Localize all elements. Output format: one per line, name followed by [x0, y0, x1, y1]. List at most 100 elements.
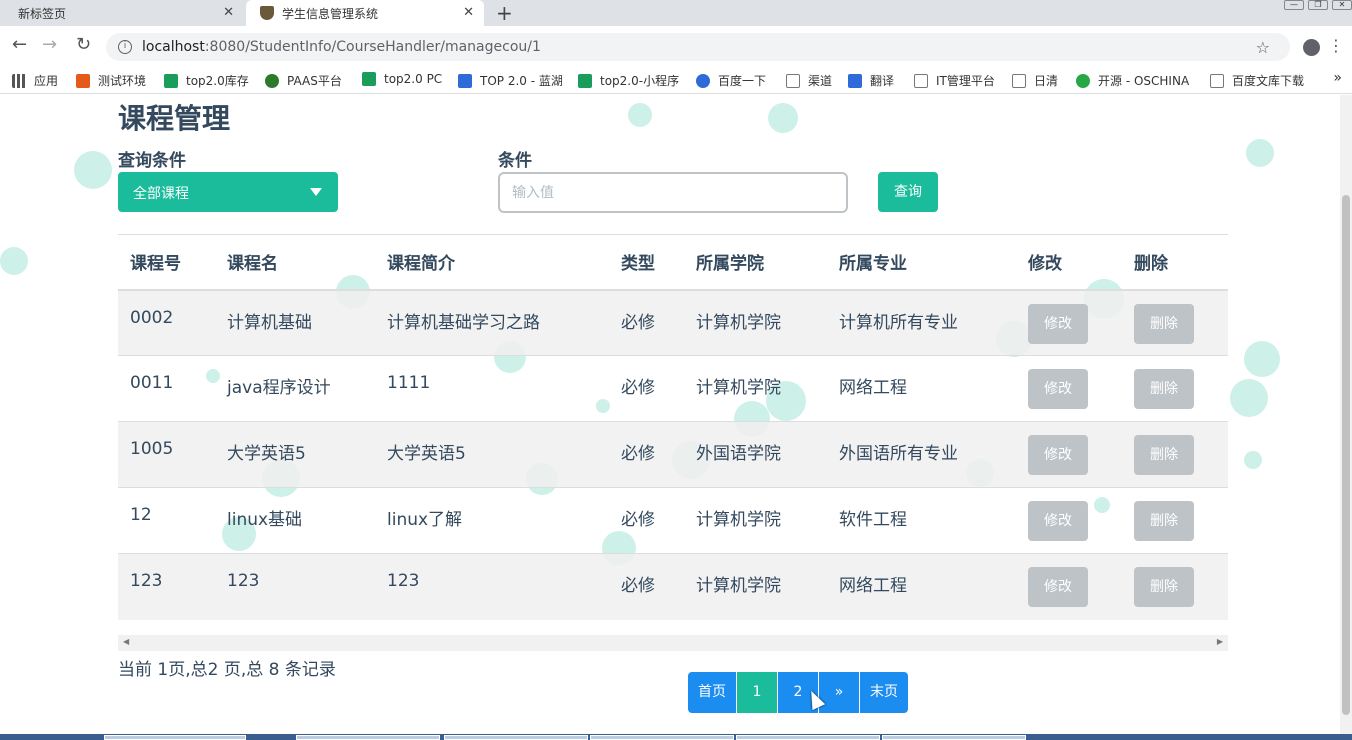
page-vertical-scrollbar[interactable] [1340, 95, 1352, 735]
cell-intro: 1111 [375, 355, 609, 422]
taskbar-item[interactable] [444, 735, 588, 740]
cell-major: 网络工程 [827, 355, 1016, 422]
close-icon[interactable]: ✕ [223, 5, 234, 20]
page-icon [914, 73, 928, 88]
tab-student-system[interactable]: 学生信息管理系统 ✕ [246, 0, 484, 26]
cell-edit: 修改 [1016, 289, 1122, 356]
close-window-icon[interactable]: ✕ [1332, 0, 1352, 10]
bookmark-item[interactable]: 百度文库下载 [1210, 72, 1304, 89]
decorative-bubble [74, 151, 112, 189]
close-icon[interactable]: ✕ [463, 5, 474, 20]
cell-id: 1005 [118, 421, 215, 488]
tab-title: 新标签页 [18, 6, 67, 21]
bookmark-item[interactable]: top2.0库存 [164, 72, 249, 89]
cell-name: java程序设计 [215, 355, 375, 422]
bookmarks-overflow-icon[interactable]: » [1333, 70, 1342, 86]
table-row: 123 123 123 必修 计算机学院 网络工程 修改 删除 [118, 553, 1228, 620]
table-header-row: 课程号 课程名 课程简介 类型 所属学院 所属专业 修改 删除 [118, 234, 1228, 291]
bookmark-item[interactable]: PAAS平台 [265, 72, 342, 89]
delete-button[interactable]: 删除 [1134, 435, 1194, 475]
minimize-icon[interactable]: — [1284, 0, 1304, 10]
decorative-bubble [768, 103, 798, 133]
taskbar-item[interactable] [882, 735, 1026, 740]
bookmark-favicon [578, 73, 592, 88]
maximize-icon[interactable]: ❐ [1308, 0, 1328, 10]
cell-name: linux基础 [215, 487, 375, 554]
delete-button[interactable]: 删除 [1134, 303, 1194, 344]
col-header-major: 所属专业 [827, 234, 1016, 291]
back-icon[interactable]: ← [12, 34, 27, 55]
edit-button[interactable]: 修改 [1028, 435, 1088, 475]
decorative-bubble [1244, 451, 1262, 469]
scroll-left-icon[interactable]: ◀ [123, 637, 129, 646]
bookmark-apps[interactable]: 应用 [12, 72, 58, 89]
bookmark-item[interactable]: 测试环境 [76, 72, 146, 89]
edit-button[interactable]: 修改 [1028, 567, 1088, 607]
course-filter-select[interactable]: 全部课程 [118, 172, 338, 212]
bookmark-item[interactable]: 渠道 [786, 72, 832, 89]
taskbar-item[interactable] [104, 735, 246, 740]
scroll-right-icon[interactable]: ▶ [1217, 637, 1223, 646]
course-table: 课程号 课程名 课程简介 类型 所属学院 所属专业 修改 删除 0002 计算机… [118, 234, 1228, 620]
bookmark-item[interactable]: 日清 [1012, 72, 1058, 89]
bookmark-favicon [1076, 73, 1090, 88]
col-header-name: 课程名 [215, 234, 375, 291]
bookmark-star-icon[interactable]: ☆ [1256, 38, 1270, 57]
tab-title: 学生信息管理系统 [282, 6, 379, 21]
edit-button[interactable]: 修改 [1028, 303, 1088, 344]
bookmark-item[interactable]: 百度一下 [696, 72, 766, 89]
cell-intro: linux了解 [375, 487, 609, 554]
chevron-down-icon [310, 188, 322, 196]
bookmark-item[interactable]: TOP 2.0 - 蓝湖 [458, 72, 563, 89]
cell-delete: 删除 [1122, 487, 1228, 554]
condition-input[interactable] [498, 172, 848, 213]
bookmark-favicon [362, 72, 376, 86]
menu-icon[interactable]: ⋮ [1328, 36, 1344, 55]
page-title: 课程管理 [118, 102, 231, 135]
taskbar-item[interactable] [296, 735, 440, 740]
tab-new-tab[interactable]: 新标签页 ✕ [4, 0, 244, 26]
bookmark-item[interactable]: 开源 - OSCHINA [1076, 72, 1189, 89]
edit-button[interactable]: 修改 [1028, 501, 1088, 541]
apps-grid-icon [12, 73, 26, 88]
browser-tab-strip: 新标签页 ✕ 学生信息管理系统 ✕ + — ❐ ✕ [0, 0, 1352, 26]
page-1-button[interactable]: 1 [737, 672, 777, 713]
taskbar-item[interactable] [590, 735, 734, 740]
delete-button[interactable]: 删除 [1134, 501, 1194, 541]
taskbar-item[interactable] [736, 735, 880, 740]
reload-icon[interactable]: ↻ [76, 34, 91, 55]
last-page-button[interactable]: 末页 [860, 672, 908, 713]
delete-button[interactable]: 删除 [1134, 369, 1194, 409]
new-tab-icon[interactable]: + [496, 1, 513, 25]
cell-major: 外国语所有专业 [827, 421, 1016, 488]
scrollbar-thumb[interactable] [1342, 195, 1350, 715]
delete-button[interactable]: 删除 [1134, 567, 1194, 607]
url-field[interactable]: i localhost:8080/StudentInfo/CourseHandl… [106, 33, 1290, 61]
bookmark-item[interactable]: top2.0-小程序 [578, 72, 679, 89]
cell-edit: 修改 [1016, 355, 1122, 422]
cell-major: 计算机所有专业 [827, 289, 1016, 356]
course-filter-value: 全部课程 [133, 186, 189, 202]
profile-icon[interactable] [1303, 39, 1320, 56]
bookmark-item[interactable]: top2.0 PC [362, 72, 442, 86]
edit-button[interactable]: 修改 [1028, 369, 1088, 409]
next-page-button[interactable]: » [819, 672, 859, 713]
cell-type: 必修 [609, 553, 684, 620]
decorative-bubble [1246, 139, 1274, 167]
decorative-bubble [0, 247, 28, 275]
url-path: :8080/StudentInfo/CourseHandler/manageco… [204, 39, 541, 55]
bookmark-favicon [848, 73, 862, 88]
table-horizontal-scrollbar[interactable]: ◀ ▶ [118, 635, 1228, 651]
bookmark-favicon [458, 73, 472, 88]
col-header-id: 课程号 [118, 234, 215, 291]
info-icon[interactable]: i [118, 40, 132, 54]
page-icon [786, 73, 800, 88]
query-button[interactable]: 查询 [878, 172, 938, 212]
first-page-button[interactable]: 首页 [688, 672, 736, 713]
graduation-cap-icon [260, 6, 274, 20]
bookmark-item[interactable]: IT管理平台 [914, 72, 995, 89]
bookmark-favicon [76, 73, 90, 88]
record-summary: 当前 1页,总2 页,总 8 条记录 [118, 660, 336, 680]
forward-icon[interactable]: → [42, 34, 57, 55]
bookmark-item[interactable]: 翻译 [848, 72, 894, 89]
